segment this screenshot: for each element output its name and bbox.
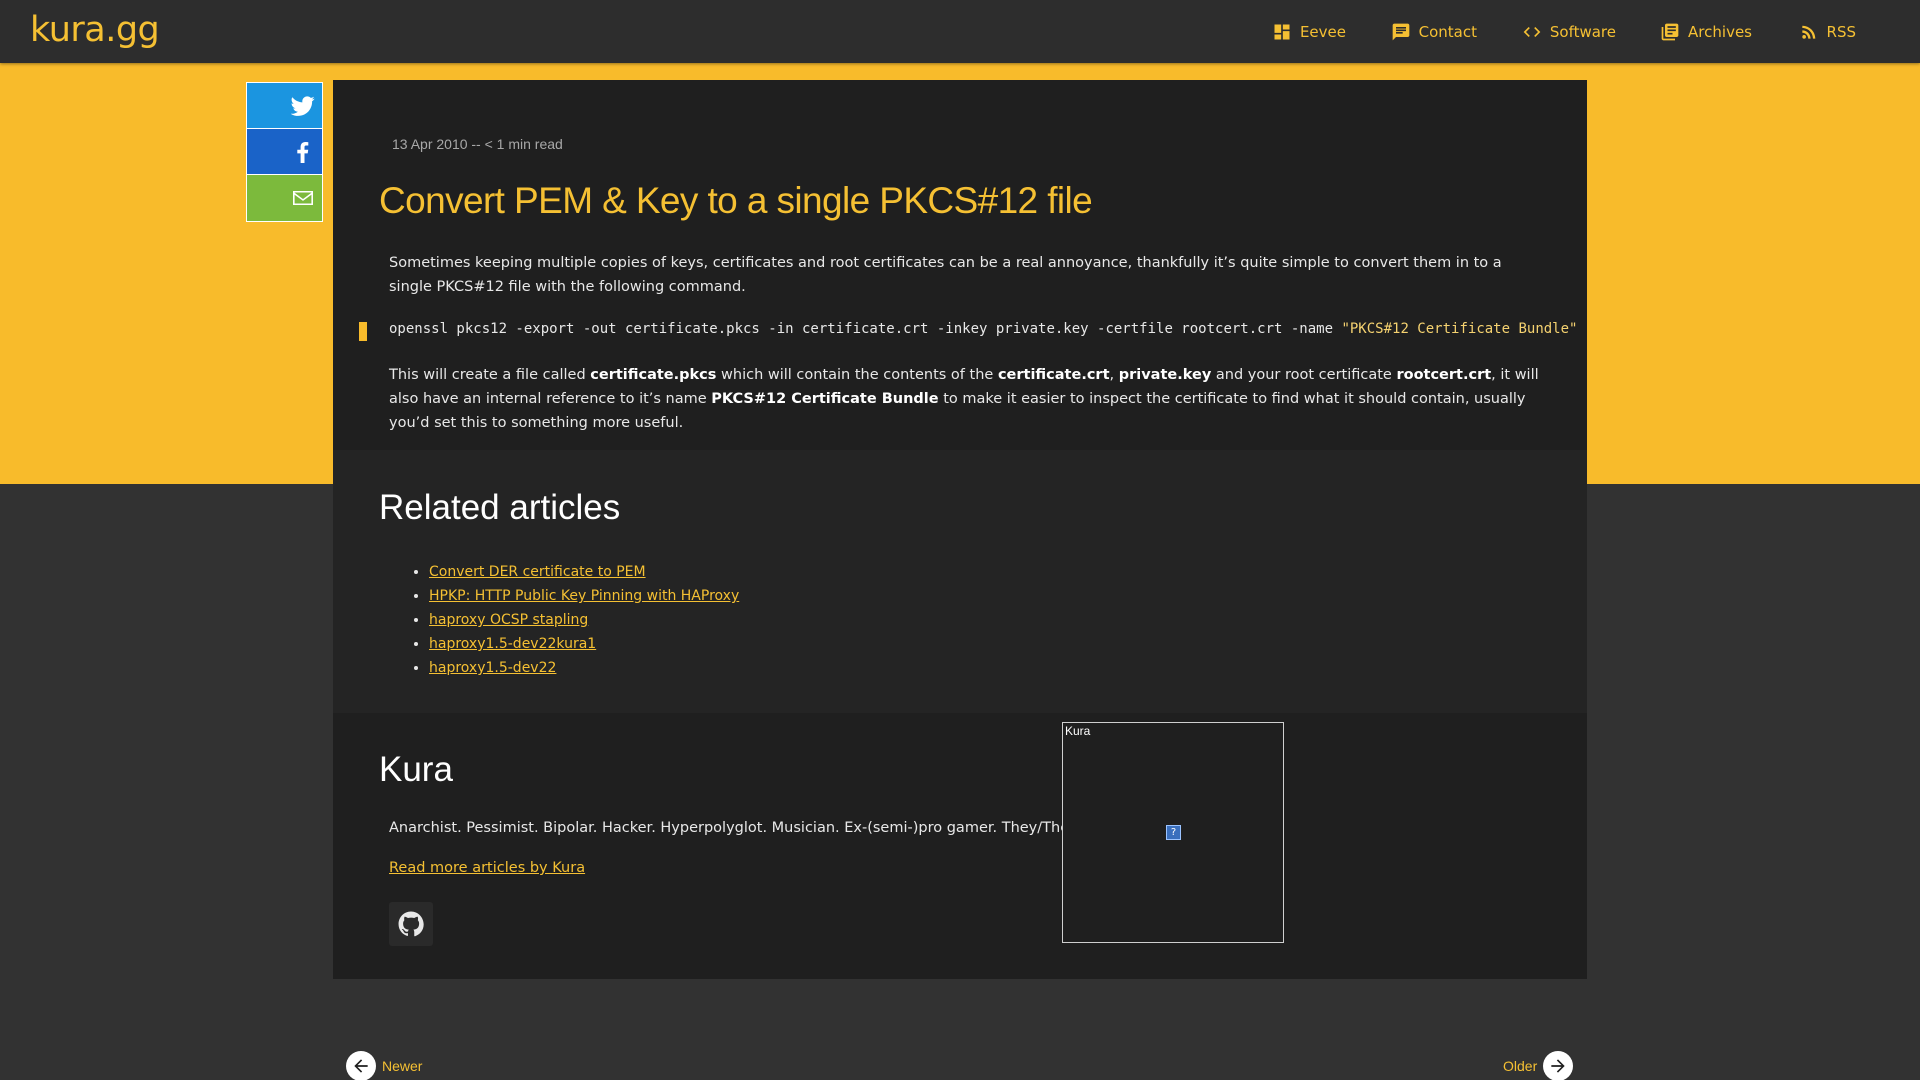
related-link[interactable]: haproxy1.5-dev22	[429, 660, 556, 676]
nav-label: Software	[1549, 22, 1616, 41]
related-link[interactable]: haproxy1.5-dev22kura1	[429, 636, 596, 652]
list-item: haproxy1.5-dev22	[429, 656, 739, 680]
twitter-icon	[291, 95, 315, 116]
email-icon	[293, 191, 313, 205]
bold-term: rootcert.crt	[1396, 367, 1492, 383]
author-avatar: Kura ?	[1062, 722, 1284, 943]
list-item: Convert DER certificate to PEM	[429, 560, 739, 584]
github-link[interactable]	[389, 902, 433, 946]
author-bio: Anarchist. Pessimist. Bipolar. Hacker. H…	[389, 820, 1088, 836]
related-heading: Related articles	[379, 488, 621, 527]
nav-item-software[interactable]: Software	[1522, 0, 1616, 63]
arrow-left-icon	[346, 1051, 376, 1080]
rss-icon	[1801, 25, 1815, 39]
bold-term: PKCS#12 Certificate Bundle	[711, 391, 939, 407]
facebook-icon	[297, 141, 309, 163]
share-twitter-button[interactable]	[247, 83, 322, 129]
newer-post-link[interactable]: Newer	[346, 1051, 422, 1080]
list-item: haproxy OCSP stapling	[429, 608, 739, 632]
list-item: HPKP: HTTP Public Key Pinning with HAPro…	[429, 584, 739, 608]
avatar-alt-text: Kura	[1065, 724, 1091, 738]
nav-item-rss[interactable]: RSS	[1799, 0, 1856, 63]
author-name: Kura	[379, 750, 453, 789]
bold-term: certificate.pkcs	[590, 367, 717, 383]
pager-label: Older	[1503, 1058, 1538, 1074]
arrow-right-icon	[1543, 1051, 1574, 1080]
share-buttons	[246, 82, 323, 222]
share-facebook-button[interactable]	[247, 129, 322, 175]
nav-item-contact[interactable]: Contact	[1391, 0, 1477, 63]
nav-label: Eevee	[1299, 22, 1346, 41]
pager-label: Newer	[382, 1058, 423, 1074]
code-icon	[1523, 26, 1541, 37]
nav-label: Archives	[1688, 22, 1752, 41]
nav-label: Contact	[1418, 22, 1477, 41]
post-title: Convert PEM & Key to a single PKCS#12 fi…	[379, 180, 1093, 221]
post-intro: Sometimes keeping multiple copies of key…	[389, 255, 1502, 295]
dashboard-icon	[1274, 24, 1290, 39]
related-list: Convert DER certificate to PEM HPKP: HTT…	[429, 560, 739, 680]
broken-image-icon: ?	[1166, 825, 1181, 840]
share-email-button[interactable]	[247, 175, 322, 221]
related-link[interactable]: haproxy OCSP stapling	[429, 612, 588, 628]
library-icon	[1661, 23, 1679, 40]
bold-term: certificate.crt	[997, 367, 1110, 383]
github-icon	[398, 911, 424, 937]
post-outro: This will create a file called certifica…	[389, 367, 1539, 431]
code-command: openssl pkcs12 -export -out certificate.…	[389, 321, 1342, 337]
article-card: 13 Apr 2010 -- < 1 min read Convert PEM …	[333, 80, 1587, 979]
nav-item-archives[interactable]: Archives	[1660, 0, 1752, 63]
code-string: "PKCS#12 Certificate Bundle"	[1341, 321, 1578, 337]
code-block: openssl pkcs12 -export -out certificate.…	[389, 321, 1577, 337]
bold-term: private.key	[1118, 367, 1212, 383]
nav-label: RSS	[1826, 22, 1856, 41]
code-block-marker	[359, 322, 367, 341]
older-post-link[interactable]: Older	[1503, 1051, 1574, 1080]
related-link[interactable]: Convert DER certificate to PEM	[429, 564, 646, 580]
read-more-link[interactable]: Read more articles by Kura	[389, 860, 585, 876]
chat-icon	[1392, 23, 1409, 40]
site-logo[interactable]: kura.gg	[30, 10, 160, 50]
list-item: haproxy1.5-dev22kura1	[429, 632, 739, 656]
related-link[interactable]: HPKP: HTTP Public Key Pinning with HAPro…	[429, 588, 739, 604]
nav-item-eevee[interactable]: Eevee	[1272, 0, 1346, 63]
post-meta: 13 Apr 2010 -- < 1 min read	[392, 136, 563, 152]
top-navigation: kura.gg Eevee Contact Software Archives …	[0, 0, 1920, 63]
